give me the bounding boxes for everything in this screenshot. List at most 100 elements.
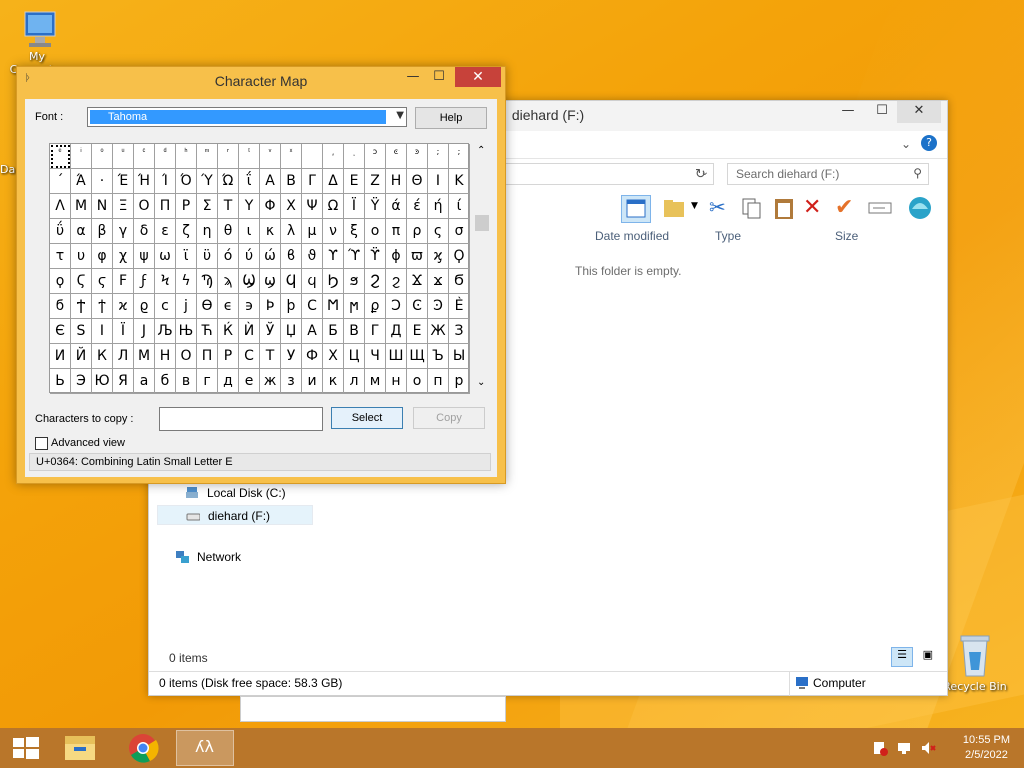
character-cell[interactable]: Ϩ [365, 269, 386, 294]
character-cell[interactable]: Ϯ [71, 294, 92, 319]
character-cell[interactable]: ϋ [197, 244, 218, 269]
character-cell[interactable]: п [428, 369, 449, 394]
character-cell[interactable]: з [281, 369, 302, 394]
close-button[interactable]: ✕ [897, 101, 941, 123]
details-view-icon[interactable]: ☰ [891, 647, 913, 667]
character-cell[interactable]: Ф [302, 344, 323, 369]
character-cell[interactable]: Ю [92, 369, 113, 394]
character-cell[interactable]: ϲ [155, 294, 176, 319]
character-cell[interactable]: Ў [260, 319, 281, 344]
character-cell[interactable]: ϧ [344, 269, 365, 294]
character-cell[interactable]: ϭ [50, 294, 71, 319]
cut-icon[interactable]: ✂ [709, 195, 735, 221]
character-cell[interactable]: Р [218, 344, 239, 369]
character-cell[interactable]: б [155, 369, 176, 394]
character-cell[interactable]: к [323, 369, 344, 394]
delete-icon[interactable]: ✕ [803, 195, 829, 221]
character-cell[interactable]: β [92, 219, 113, 244]
character-cell[interactable]: ͺ [344, 144, 365, 169]
character-cell[interactable]: ж [260, 369, 281, 394]
character-cell[interactable]: λ [281, 219, 302, 244]
scrollbar-thumb[interactable] [475, 215, 489, 231]
character-cell[interactable]: ͫ [197, 144, 218, 169]
character-cell[interactable]: ͯ [281, 144, 302, 169]
character-cell[interactable]: Н [155, 344, 176, 369]
character-cell[interactable]: Ζ [365, 169, 386, 194]
character-cell[interactable]: ϐ [281, 244, 302, 269]
character-cell[interactable]: Ͼ [407, 294, 428, 319]
character-cell[interactable]: Ц [344, 344, 365, 369]
character-cell[interactable]: ϰ [113, 294, 134, 319]
character-cell[interactable]: ϛ [92, 269, 113, 294]
character-cell[interactable]: П [197, 344, 218, 369]
character-cell[interactable]: Г [365, 319, 386, 344]
character-cell[interactable]: ͮ [260, 144, 281, 169]
shell-icon[interactable] [907, 195, 933, 221]
character-cell[interactable]: ψ [134, 244, 155, 269]
character-cell[interactable]: ύ [239, 244, 260, 269]
character-cell[interactable]: ͻ [365, 144, 386, 169]
character-cell[interactable]: Η [386, 169, 407, 194]
character-cell[interactable]: υ [71, 244, 92, 269]
character-cell[interactable]: Δ [323, 169, 344, 194]
character-cell[interactable]: Д [386, 319, 407, 344]
character-cell[interactable]: φ [92, 244, 113, 269]
character-cell[interactable]: Ѝ [239, 319, 260, 344]
character-cell[interactable]: Ϛ [71, 269, 92, 294]
character-cell[interactable]: Ϧ [323, 269, 344, 294]
character-cell[interactable]: Θ [407, 169, 428, 194]
character-cell[interactable]: Џ [281, 319, 302, 344]
character-cell[interactable]: ό [218, 244, 239, 269]
character-cell[interactable]: μ [302, 219, 323, 244]
font-select[interactable]: Tahoma ▼ [87, 107, 407, 127]
character-cell[interactable]: в [176, 369, 197, 394]
folder-options-icon[interactable] [661, 195, 687, 221]
character-cell[interactable]: А [302, 319, 323, 344]
character-cell[interactable]: ΄ [50, 169, 71, 194]
character-cell[interactable]: Т [260, 344, 281, 369]
character-cell[interactable]: Γ [302, 169, 323, 194]
character-cell[interactable]: ϱ [134, 294, 155, 319]
character-cell[interactable]: Ψ [302, 194, 323, 219]
action-center-icon[interactable] [872, 740, 888, 756]
character-cell[interactable]: κ [260, 219, 281, 244]
character-cell[interactable]: ι [239, 219, 260, 244]
character-cell[interactable]: ϗ [428, 244, 449, 269]
character-cell[interactable]: Є [50, 319, 71, 344]
network-status-icon[interactable] [896, 740, 912, 756]
character-cell[interactable]: Ь [50, 369, 71, 394]
character-cell[interactable]: Ύ [197, 169, 218, 194]
character-cell[interactable]: σ [449, 219, 470, 244]
character-cell[interactable]: · [92, 169, 113, 194]
character-cell[interactable]: ς [428, 219, 449, 244]
character-cell[interactable]: Ј [134, 319, 155, 344]
character-cell[interactable]: Ї [113, 319, 134, 344]
character-cell[interactable]: ϑ [302, 244, 323, 269]
character-cell[interactable]: Ϙ [449, 244, 470, 269]
character-cell[interactable]: Й [71, 344, 92, 369]
system-clock[interactable]: 10:55 PM 2/5/2022 [963, 733, 1010, 763]
character-cell[interactable]: Χ [281, 194, 302, 219]
character-cell[interactable]: έ [407, 194, 428, 219]
refresh-icon[interactable]: ↻ [695, 167, 706, 182]
nav-item-diehard[interactable]: diehard (F:) [157, 505, 313, 525]
character-cell[interactable]: γ [113, 219, 134, 244]
character-cell[interactable]: о [407, 369, 428, 394]
character-cell[interactable]: а [134, 369, 155, 394]
character-cell[interactable]: Ќ [218, 319, 239, 344]
character-cell[interactable]: ϻ [344, 294, 365, 319]
large-icons-view-icon[interactable]: ▣ [917, 648, 939, 668]
rename-icon[interactable] [867, 195, 893, 221]
character-cell[interactable]: ϕ [386, 244, 407, 269]
character-cell[interactable]: Φ [260, 194, 281, 219]
dropdown-arrow-icon[interactable]: ▼ [691, 201, 698, 211]
close-button[interactable]: ✕ [455, 67, 501, 87]
start-button[interactable] [0, 730, 58, 766]
character-cell[interactable]: и [302, 369, 323, 394]
chevron-down-icon[interactable]: ⌄ [901, 137, 911, 151]
nav-item-network[interactable]: Network [157, 547, 313, 567]
taskbar-character-map[interactable]: ʎλ [176, 730, 234, 766]
copy-button[interactable]: Copy [413, 407, 485, 429]
character-cell[interactable]: С [239, 344, 260, 369]
character-cell[interactable]: ͥ [71, 144, 92, 169]
